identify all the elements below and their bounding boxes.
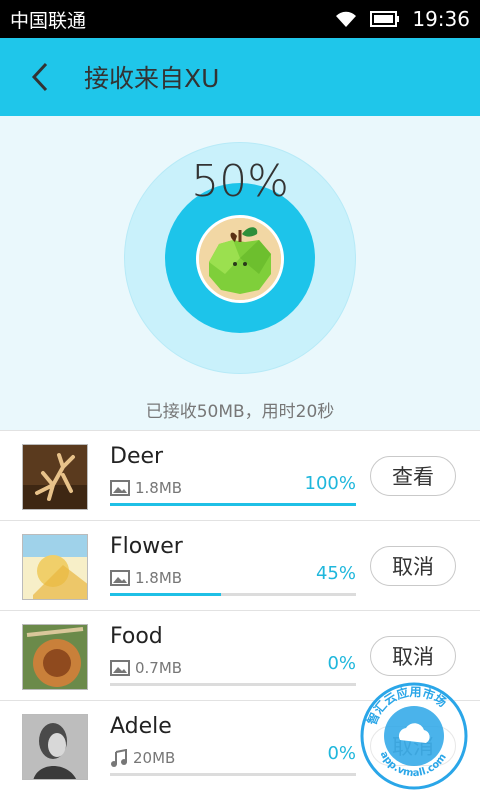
image-icon	[110, 570, 130, 586]
file-name: Deer	[110, 444, 164, 469]
back-button[interactable]	[0, 38, 80, 116]
file-progress-label: 0%	[327, 743, 356, 764]
food-photo-icon	[23, 625, 87, 689]
file-progress-label: 0%	[327, 653, 356, 674]
status-icons: 19:36	[334, 7, 470, 31]
file-progress-track	[110, 773, 356, 776]
file-name: Food	[110, 624, 163, 649]
list-item: Deer 1.8MB 100% 查看	[0, 430, 480, 520]
thumbnail-flower	[22, 534, 88, 600]
wifi-icon	[336, 11, 357, 27]
file-progress-track	[110, 683, 356, 686]
file-progress-fill	[110, 593, 221, 596]
file-name: Flower	[110, 534, 183, 559]
thumbnail-food	[22, 624, 88, 690]
image-icon	[110, 480, 130, 496]
cancel-button[interactable]: 取消	[370, 636, 456, 676]
watermark-badge: 智汇云应用市场 app.vmall.com	[358, 680, 470, 792]
cancel-button[interactable]: 取消	[370, 546, 456, 586]
deer-photo-icon	[23, 445, 87, 509]
view-button[interactable]: 查看	[370, 456, 456, 496]
file-progress-track	[110, 503, 356, 506]
carrier-label: 中国联通	[10, 9, 87, 32]
chevron-left-icon	[31, 62, 48, 92]
file-meta: 1.8MB	[110, 569, 182, 587]
app-bar: 接收来自XU	[0, 38, 480, 116]
file-meta: 1.8MB	[110, 479, 182, 497]
music-note-icon	[111, 749, 127, 767]
thumbnail-adele	[22, 714, 88, 780]
file-size: 0.7MB	[135, 659, 183, 677]
album-cover-icon	[23, 715, 87, 779]
image-icon	[110, 660, 130, 676]
transfer-summary: 已接收50MB，用时20秒	[145, 402, 335, 422]
clock: 19:36	[412, 7, 470, 31]
flower-photo-icon	[23, 535, 87, 599]
battery-icon	[370, 11, 400, 27]
green-apple-icon	[199, 218, 281, 300]
page-title: 接收来自XU	[84, 64, 220, 93]
file-progress-fill	[110, 503, 356, 506]
progress-percent: 50%	[191, 156, 289, 207]
file-progress-label: 100%	[304, 473, 356, 494]
file-size: 1.8MB	[135, 479, 183, 497]
file-size: 20MB	[133, 749, 176, 767]
status-bar: 中国联通 19:36	[0, 0, 480, 38]
watermark-seal-icon: 智汇云应用市场 app.vmall.com	[360, 682, 468, 790]
file-progress-track	[110, 593, 356, 596]
file-meta: 0.7MB	[110, 659, 182, 677]
file-size: 1.8MB	[135, 569, 183, 587]
file-meta: 20MB	[110, 749, 175, 767]
list-item: Flower 1.8MB 45% 取消	[0, 520, 480, 610]
transfer-progress-panel: 50% 已接收50MB，用时20秒	[0, 116, 480, 430]
file-name: Adele	[110, 714, 172, 739]
sender-avatar	[196, 215, 284, 303]
file-progress-label: 45%	[315, 563, 356, 584]
thumbnail-deer	[22, 444, 88, 510]
